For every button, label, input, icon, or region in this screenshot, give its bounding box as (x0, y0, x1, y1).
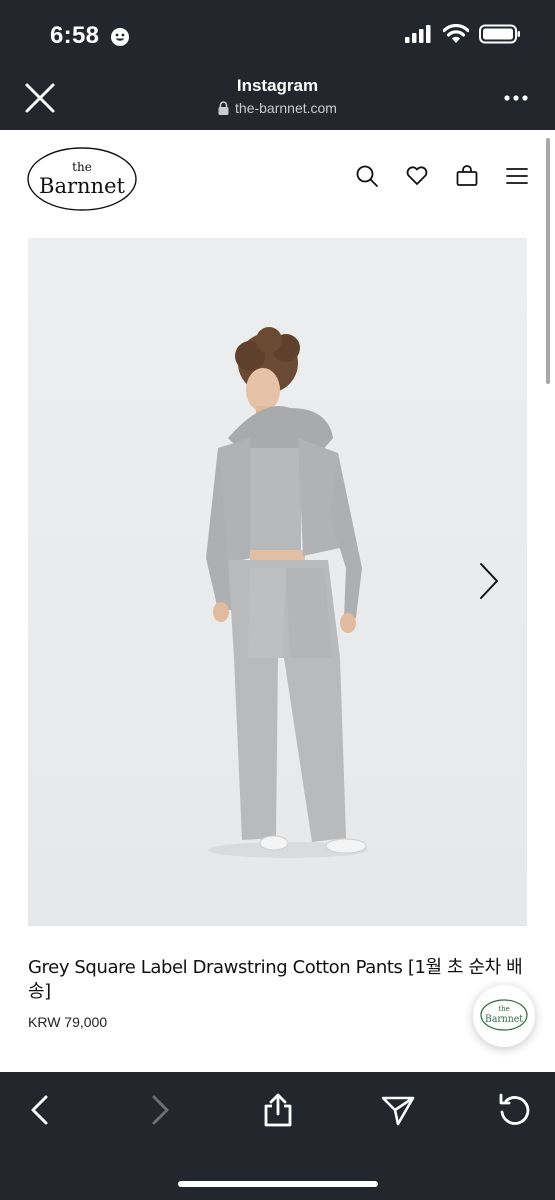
share-icon[interactable] (260, 1092, 296, 1128)
search-icon[interactable] (355, 164, 379, 188)
browser-header: 6:58 Instagram the-barnnet.com (0, 0, 555, 130)
product-title: Grey Square Label Drawstring Cotton Pant… (28, 957, 523, 1002)
browser-title: Instagram (236, 76, 319, 95)
browser-url: the-barnnet.com (0, 100, 555, 116)
reload-icon[interactable] (497, 1092, 533, 1128)
url-text: the-barnnet.com (235, 100, 337, 116)
web-page: the Barnnet Grey Square Label Drawstring… (0, 130, 555, 1072)
home-indicator[interactable] (178, 1181, 378, 1187)
battery-icon (479, 24, 520, 44)
wifi-icon (443, 24, 469, 43)
lock-icon (218, 101, 229, 115)
next-image-arrow-icon[interactable] (478, 561, 500, 601)
status-time: 6:58 (50, 22, 100, 49)
status-icons (405, 24, 521, 44)
header-nav (355, 164, 529, 188)
barnnet-logo[interactable]: the Barnnet (26, 146, 138, 212)
forward-icon[interactable] (142, 1092, 178, 1128)
chat-button[interactable]: the Barnnet (473, 985, 535, 1047)
smiley-icon (111, 28, 129, 46)
send-icon[interactable] (380, 1092, 416, 1128)
back-icon[interactable] (22, 1092, 58, 1128)
product-image[interactable] (28, 238, 527, 926)
cellular-signal-icon (405, 25, 431, 43)
heart-icon[interactable] (405, 164, 429, 188)
shopping-bag-icon[interactable] (455, 164, 479, 188)
more-options-icon[interactable] (503, 92, 529, 104)
svg-text:the: the (498, 1005, 509, 1013)
model-photo (28, 238, 527, 926)
svg-text:the: the (72, 160, 92, 174)
menu-icon[interactable] (505, 164, 529, 188)
svg-text:Barnnet: Barnnet (39, 174, 126, 198)
product-price: KRW 79,000 (28, 1014, 108, 1030)
chat-logo-icon: the Barnnet (480, 999, 528, 1031)
svg-text:Barnnet: Barnnet (485, 1014, 523, 1025)
scrollbar[interactable] (546, 138, 550, 384)
